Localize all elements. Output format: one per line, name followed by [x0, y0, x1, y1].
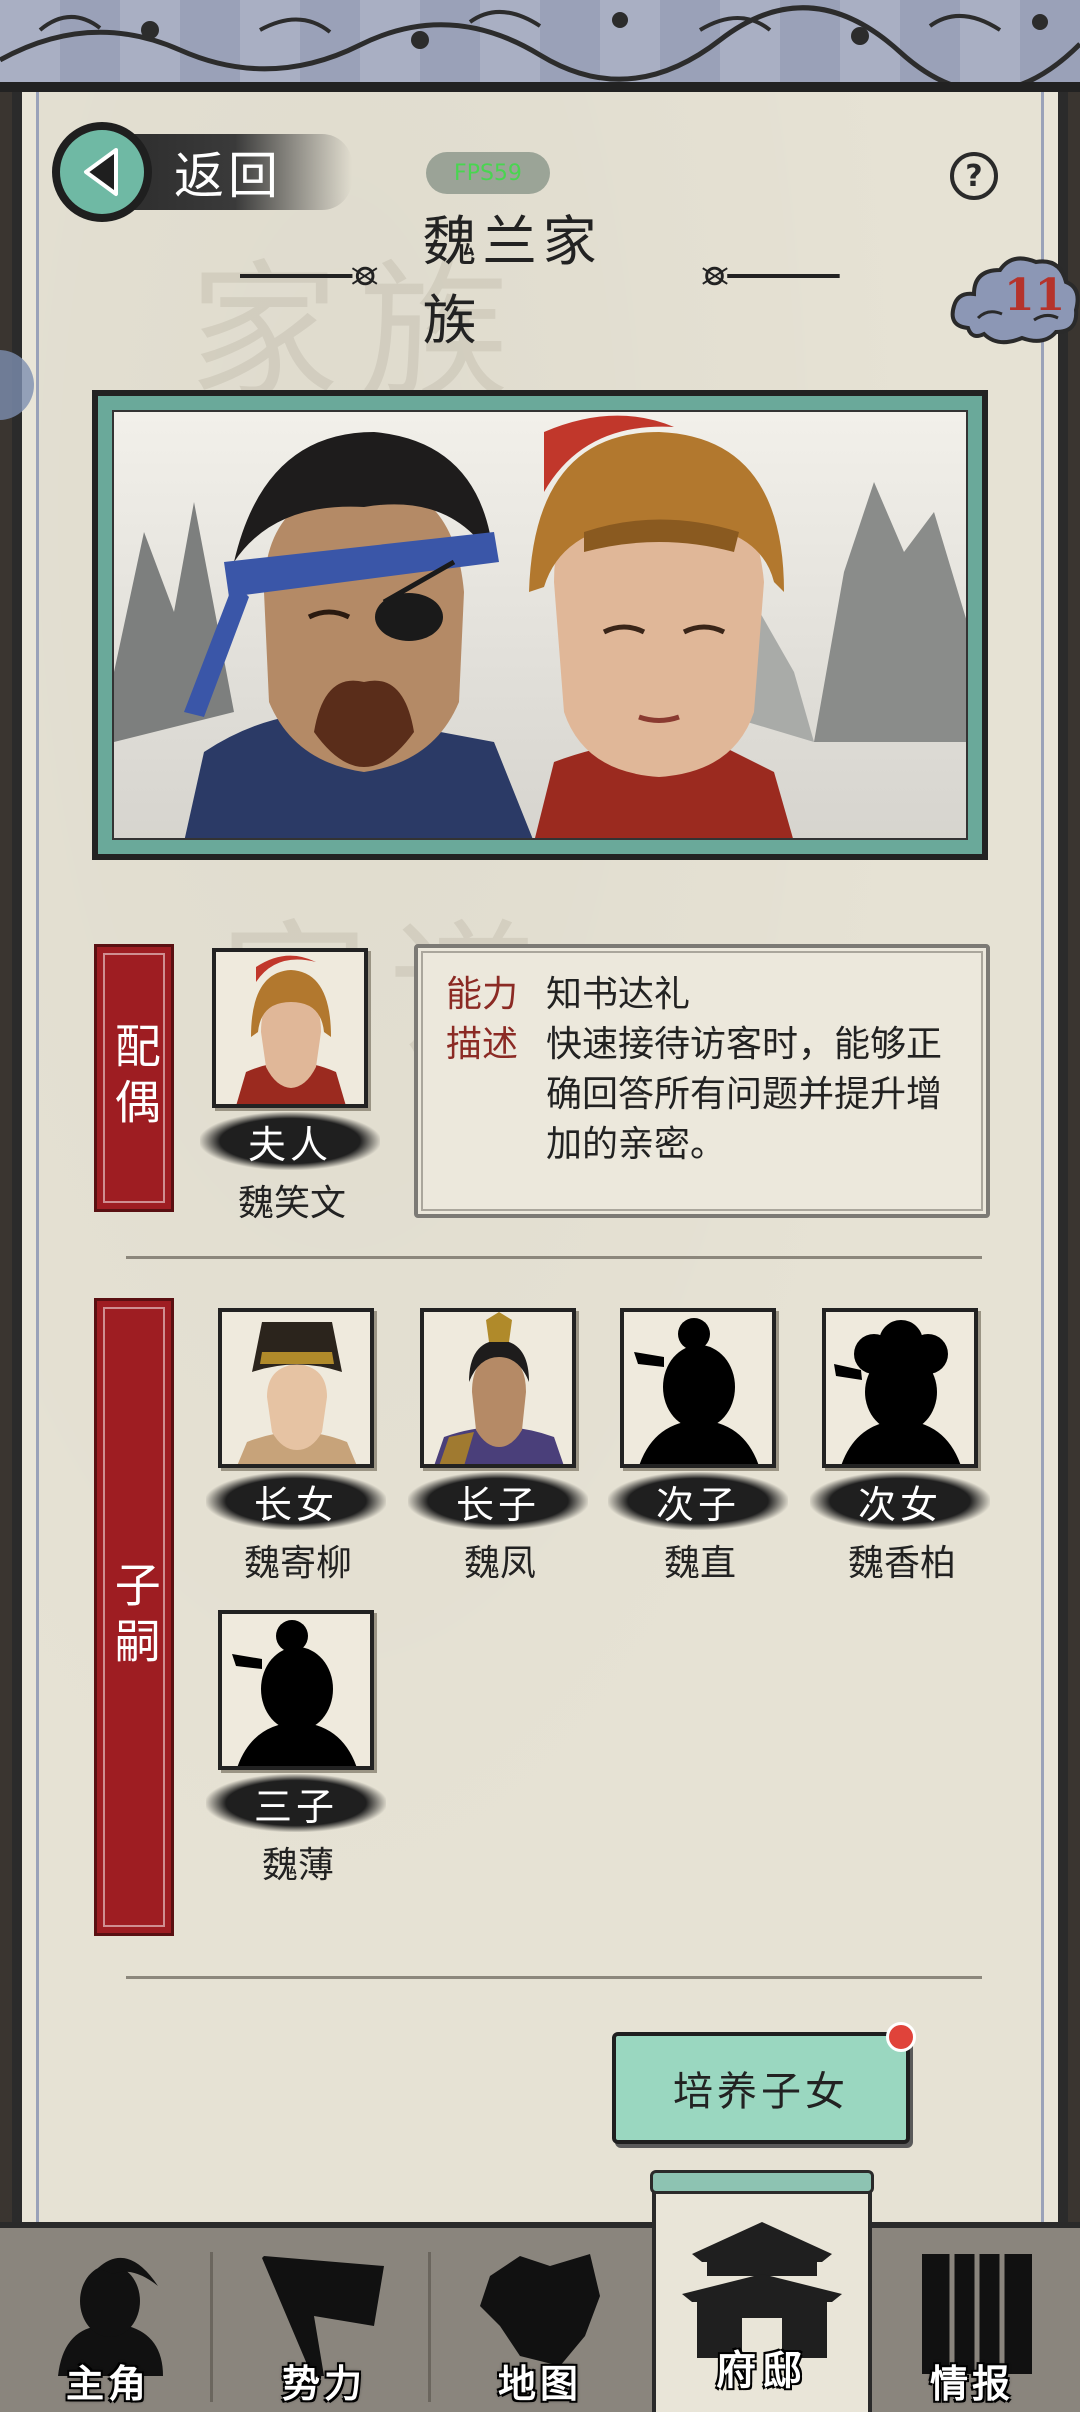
- lady-warrior-portrait-icon: [216, 952, 364, 1104]
- nav-item-mansion-active[interactable]: 府邸: [650, 2170, 874, 2412]
- family-banner-illustration: [92, 390, 988, 860]
- child-role-tag-4: 次女: [810, 1472, 990, 1530]
- page-title: 魏兰家族: [422, 210, 603, 352]
- child-portrait-1[interactable]: [218, 1308, 374, 1468]
- ability-row: 能力 知书达礼: [446, 970, 958, 1020]
- description-key: 描述: [446, 1024, 519, 1065]
- back-label: 返回: [174, 147, 282, 205]
- cloud-badge[interactable]: 11: [948, 248, 1080, 360]
- nav-item-faction[interactable]: 势力: [216, 2228, 432, 2412]
- nav-item-hero[interactable]: 主角: [0, 2228, 216, 2412]
- child-name-4: 魏香柏: [847, 1543, 956, 1584]
- fps-counter: FPS59: [426, 152, 550, 194]
- notification-dot: [886, 2022, 916, 2052]
- child-portrait-2[interactable]: [420, 1308, 576, 1468]
- child-portrait-4[interactable]: [822, 1308, 978, 1468]
- nav-label-map: 地图: [497, 2362, 582, 2406]
- nurture-children-button[interactable]: 培养子女: [612, 2032, 910, 2144]
- spouse-name: 魏笑文: [237, 1183, 346, 1224]
- back-button[interactable]: 返回: [52, 122, 352, 222]
- child-role-tag-3: 次子: [608, 1472, 788, 1530]
- spouse-portrait[interactable]: [212, 948, 368, 1108]
- child-name-3: 魏直: [663, 1543, 736, 1584]
- child-name-1: 魏寄柳: [243, 1543, 352, 1584]
- lady-portrait-icon: [222, 1312, 370, 1464]
- spouse-section-text: 配偶: [107, 1022, 162, 1134]
- nav-label-mansion: 府邸: [716, 2348, 808, 2394]
- top-decor-band: [0, 0, 1080, 92]
- silhouette-boy-icon: [624, 1312, 772, 1464]
- help-icon[interactable]: ?: [950, 152, 998, 200]
- child-name-5: 魏薄: [261, 1845, 334, 1886]
- ability-value: 知书达礼: [546, 974, 691, 1015]
- child-name-2: 魏凤: [463, 1543, 536, 1584]
- nav-label-intel: 情报: [929, 2362, 1014, 2406]
- description-value: 快速接待访客时，能够正确回答所有问题并提升增加的亲密。: [546, 1024, 943, 1165]
- children-section-label: 子嗣: [94, 1298, 174, 1936]
- nav-item-intel[interactable]: 情报: [864, 2228, 1080, 2412]
- nav-item-map[interactable]: 地图: [432, 2228, 648, 2412]
- title-left-ornament: [240, 266, 378, 286]
- nav-label-hero: 主角: [65, 2362, 150, 2406]
- child-role-tag-1: 长女: [206, 1472, 386, 1530]
- child-portrait-3[interactable]: [620, 1308, 776, 1468]
- nav-separator: [428, 2252, 431, 2402]
- nav-separator: [210, 2252, 213, 2402]
- silhouette-girl-icon: [826, 1312, 974, 1464]
- spouse-info-box: 能力 知书达礼 描述 快速接待访客时，能够正确回答所有问题并提升增加的亲密。: [414, 944, 990, 1218]
- couple-illustration: [114, 412, 966, 838]
- young-man-portrait-icon: [424, 1312, 572, 1464]
- children-section-text: 子嗣: [107, 1561, 162, 1673]
- section-divider: [126, 1256, 982, 1259]
- child-portrait-5[interactable]: [218, 1610, 374, 1770]
- floral-pattern-decor: [0, 5, 1080, 82]
- child-role-tag-5: 三子: [206, 1774, 386, 1832]
- description-row: 描述 快速接待访客时，能够正确回答所有问题并提升增加的亲密。: [446, 1020, 958, 1170]
- nav-label-faction: 势力: [281, 2362, 366, 2406]
- spouse-section-label: 配偶: [94, 944, 174, 1212]
- badge-count: 11: [1004, 270, 1066, 321]
- silhouette-boy-icon: [222, 1614, 370, 1766]
- bottom-nav: 主角 势力 地图 情报: [0, 2222, 1080, 2412]
- active-tab-cap: [650, 2170, 874, 2194]
- page-title-row: 魏兰家族: [240, 210, 841, 352]
- title-right-ornament: [702, 266, 841, 286]
- spouse-role-tag: 夫人: [200, 1112, 380, 1170]
- ability-key: 能力: [446, 974, 519, 1015]
- section-divider-2: [126, 1976, 982, 1979]
- back-arrow-icon: [52, 122, 152, 222]
- child-role-tag-2: 长子: [408, 1472, 588, 1530]
